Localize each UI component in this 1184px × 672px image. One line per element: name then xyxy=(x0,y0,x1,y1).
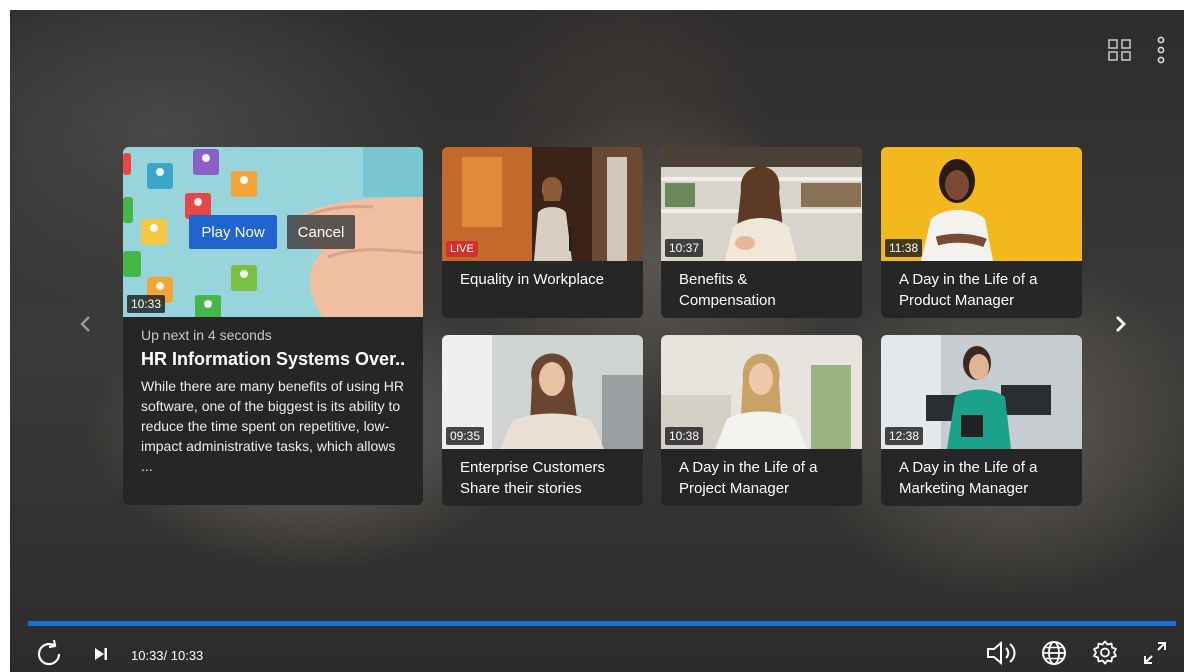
video-thumbnail: 10:37 xyxy=(661,147,862,261)
video-card[interactable]: 11:38 A Day in the Life of a Product Man… xyxy=(881,147,1082,318)
chevron-left-icon[interactable] xyxy=(74,312,98,336)
more-vertical-icon[interactable] xyxy=(1156,36,1166,64)
video-thumbnail: 11:38 xyxy=(881,147,1082,261)
up-next-card: Play Now Cancel 10:33 Up next in 4 secon… xyxy=(123,147,423,505)
duration-badge: 10:33 xyxy=(127,295,166,313)
video-thumbnail: LIVE xyxy=(442,147,643,261)
replay-icon[interactable] xyxy=(34,639,64,669)
duration-badge: 11:38 xyxy=(885,239,923,257)
skip-next-icon[interactable] xyxy=(94,647,108,661)
up-next-title: HR Information Systems Over... xyxy=(141,349,405,369)
volume-icon[interactable] xyxy=(986,640,1020,666)
chevron-right-icon[interactable] xyxy=(1108,312,1132,336)
video-thumbnail: 10:38 xyxy=(661,335,862,449)
video-card[interactable]: 09:35 Enterprise Customers Share their s… xyxy=(442,335,643,506)
settings-icon[interactable] xyxy=(1092,640,1118,666)
video-title: Equality in Workplace xyxy=(460,271,604,288)
fullscreen-icon[interactable] xyxy=(1142,640,1168,666)
video-card[interactable]: LIVE Equality in Workplace xyxy=(442,147,643,318)
video-title: Benefits & Compensation xyxy=(679,271,776,309)
video-card[interactable]: 10:37 Benefits & Compensation xyxy=(661,147,862,318)
video-title: A Day in the Life of a Project Manager xyxy=(679,459,818,497)
video-title: Enterprise Customers Share their stories xyxy=(460,459,606,497)
up-next-thumbnail: Play Now Cancel 10:33 xyxy=(123,147,423,317)
grid-icon[interactable] xyxy=(1108,39,1132,61)
video-title: A Day in the Life of a Marketing Manager xyxy=(899,459,1038,497)
video-player[interactable]: Play Now Cancel 10:33 Up next in 4 secon… xyxy=(10,10,1184,672)
video-card[interactable]: 12:38 A Day in the Life of a Marketing M… xyxy=(881,335,1082,506)
video-card[interactable]: 10:38 A Day in the Life of a Project Man… xyxy=(661,335,862,506)
up-next-description: While there are many benefits of using H… xyxy=(141,378,405,474)
up-next-countdown: Up next in 4 seconds xyxy=(141,327,272,343)
top-toolbar xyxy=(1108,36,1166,64)
play-now-button[interactable]: Play Now xyxy=(189,215,277,249)
duration-badge: 12:38 xyxy=(885,427,924,445)
progress-bar[interactable] xyxy=(28,621,1176,626)
globe-icon[interactable] xyxy=(1041,640,1067,666)
video-thumbnail: 09:35 xyxy=(442,335,643,449)
cancel-button[interactable]: Cancel xyxy=(287,215,355,249)
duration-badge: 10:38 xyxy=(665,427,704,445)
up-next-info: Up next in 4 seconds HR Information Syst… xyxy=(123,317,423,476)
progress-fill xyxy=(28,621,1176,626)
time-readout: 10:33/ 10:33 xyxy=(131,648,204,663)
video-thumbnail: 12:38 xyxy=(881,335,1082,449)
control-bar: 10:33/ 10:33 xyxy=(10,635,1184,672)
live-badge: LIVE xyxy=(446,241,478,257)
duration-badge: 10:37 xyxy=(665,239,704,257)
video-title: A Day in the Life of a Product Manager xyxy=(899,271,1038,309)
duration-badge: 09:35 xyxy=(446,427,485,445)
